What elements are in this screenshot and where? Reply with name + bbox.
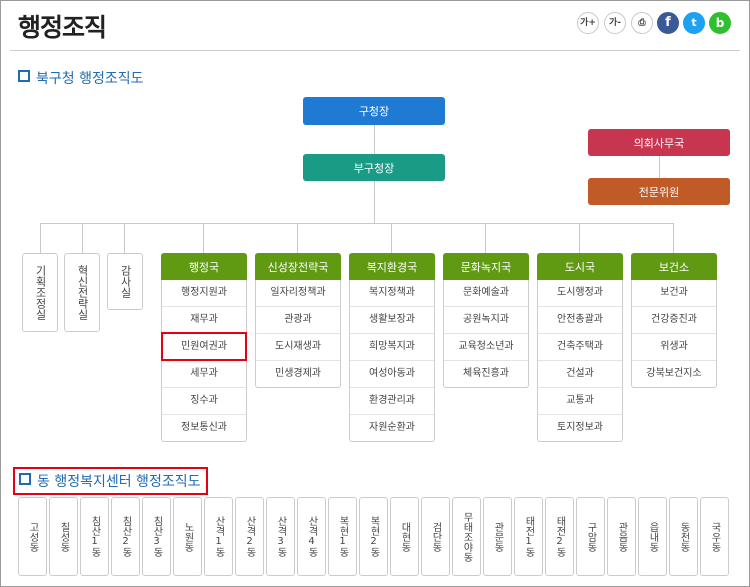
dept-unit[interactable]: 행정지원과 — [162, 280, 246, 306]
square-bullet-icon — [18, 70, 30, 82]
dept-unit[interactable]: 도시재생과 — [256, 333, 340, 360]
dept-unit[interactable]: 공원녹지과 — [444, 306, 528, 333]
connector-line — [203, 223, 204, 253]
dept-unit[interactable]: 강북보건지소 — [632, 360, 716, 387]
dept-unit[interactable]: 안전총괄과 — [538, 306, 622, 333]
dept-unit[interactable]: 재무과 — [162, 306, 246, 333]
dept-unit[interactable]: 민생경제과 — [256, 360, 340, 387]
font-smaller-button[interactable]: 가- — [604, 12, 626, 34]
head-box[interactable]: 구청장 — [303, 97, 445, 125]
connector-line — [659, 156, 660, 178]
connector-line — [297, 223, 298, 253]
connector-line — [391, 223, 392, 253]
dept-unit[interactable]: 토지정보과 — [538, 414, 622, 441]
dong-item[interactable]: 노원동 — [173, 497, 202, 576]
dong-item[interactable]: 무태조야동 — [452, 497, 481, 576]
dong-item[interactable]: 산격1동 — [204, 497, 233, 576]
dept-header[interactable]: 문화녹지국 — [443, 253, 529, 280]
dept-unit[interactable]: 보건과 — [632, 280, 716, 306]
dong-item[interactable]: 산격3동 — [266, 497, 295, 576]
square-bullet-icon — [19, 473, 31, 485]
dong-item[interactable]: 태전2동 — [545, 497, 574, 576]
deputy-box[interactable]: 부구청장 — [303, 154, 445, 181]
dept-unit[interactable]: 교통과 — [538, 387, 622, 414]
dept-header[interactable]: 도시국 — [537, 253, 623, 280]
dept-header[interactable]: 복지환경국 — [349, 253, 435, 280]
dept-unit[interactable]: 체육진흥과 — [444, 360, 528, 387]
connector-line — [82, 223, 83, 253]
connector-line — [40, 223, 41, 253]
dept-unit[interactable]: 건강증진과 — [632, 306, 716, 333]
dept-unit[interactable]: 생활보장과 — [350, 306, 434, 333]
dept-column: 신성장전략국 일자리정책과 관광과 도시재생과 민생경제과 — [255, 253, 341, 388]
dong-chart-heading-text: 동 행정복지센터 행정조직도 — [37, 474, 201, 490]
dept-unit[interactable]: 문화예술과 — [444, 280, 528, 306]
dong-item[interactable]: 고성동 — [18, 497, 47, 576]
dong-item[interactable]: 검단동 — [421, 497, 450, 576]
twitter-icon[interactable]: t — [683, 12, 705, 34]
dept-unit-highlighted[interactable]: 민원여권과 — [161, 332, 247, 361]
dong-item[interactable]: 복현2동 — [359, 497, 388, 576]
dong-item[interactable]: 침산3동 — [142, 497, 171, 576]
dept-unit[interactable]: 세무과 — [162, 360, 246, 387]
dept-header[interactable]: 보건소 — [631, 253, 717, 280]
council-box[interactable]: 의회사무국 — [588, 129, 730, 156]
side-unit[interactable]: 기획조정실 — [22, 253, 58, 332]
dept-column: 복지환경국 복지정책과 생활보장과 희망복지과 여성아동과 환경관리과 자원순환… — [349, 253, 435, 442]
dept-unit[interactable]: 일자리정책과 — [256, 280, 340, 306]
dept-unit[interactable]: 교육청소년과 — [444, 333, 528, 360]
dong-item[interactable]: 복현1동 — [328, 497, 357, 576]
dong-item[interactable]: 관음동 — [607, 497, 636, 576]
connector-line — [485, 223, 486, 253]
dept-unit[interactable]: 복지정책과 — [350, 280, 434, 306]
dong-item[interactable]: 침산2동 — [111, 497, 140, 576]
dept-column: 행정국 행정지원과 재무과 민원여권과 세무과 징수과 정보통신과 — [161, 253, 247, 442]
dept-unit[interactable]: 도시행정과 — [538, 280, 622, 306]
dept-unit[interactable]: 건설과 — [538, 360, 622, 387]
connector-line — [579, 223, 580, 253]
dept-unit[interactable]: 관광과 — [256, 306, 340, 333]
connector-line — [673, 223, 674, 253]
connector-line — [124, 223, 125, 253]
expert-box[interactable]: 전문위원 — [588, 178, 730, 205]
dong-item[interactable]: 산격2동 — [235, 497, 264, 576]
dong-item[interactable]: 국우동 — [700, 497, 729, 576]
dong-item[interactable]: 대현동 — [390, 497, 419, 576]
print-icon[interactable]: ⎙ — [631, 12, 653, 34]
title-divider — [10, 50, 740, 51]
dong-item[interactable]: 칠성동 — [49, 497, 78, 576]
band-icon[interactable]: b — [709, 12, 731, 34]
dept-unit[interactable]: 희망복지과 — [350, 333, 434, 360]
side-unit[interactable]: 감사실 — [107, 253, 143, 310]
dong-item[interactable]: 침산1동 — [80, 497, 109, 576]
dept-column: 문화녹지국 문화예술과 공원녹지과 교육청소년과 체육진흥과 — [443, 253, 529, 388]
dept-unit[interactable]: 건축주택과 — [538, 333, 622, 360]
dong-chart-heading: 동 행정복지센터 행정조직도 — [13, 467, 209, 495]
dong-item[interactable]: 산격4동 — [297, 497, 326, 576]
dong-item[interactable]: 읍내동 — [638, 497, 667, 576]
dept-unit[interactable]: 징수과 — [162, 387, 246, 414]
dept-header[interactable]: 신성장전략국 — [255, 253, 341, 280]
page-title: 행정조직 — [18, 13, 107, 42]
dong-item[interactable]: 관문동 — [483, 497, 512, 576]
dept-unit[interactable]: 여성아동과 — [350, 360, 434, 387]
dept-column: 도시국 도시행정과 안전총괄과 건축주택과 건설과 교통과 토지정보과 — [537, 253, 623, 442]
font-larger-button[interactable]: 가+ — [577, 12, 599, 34]
dept-unit[interactable]: 환경관리과 — [350, 387, 434, 414]
dept-column: 보건소 보건과 건강증진과 위생과 강북보건지소 — [631, 253, 717, 388]
dong-item[interactable]: 태전1동 — [514, 497, 543, 576]
org-chart-heading-text: 북구청 행정조직도 — [36, 71, 144, 87]
org-chart-heading: 북구청 행정조직도 — [18, 68, 144, 88]
dept-unit[interactable]: 자원순환과 — [350, 414, 434, 441]
dept-header[interactable]: 행정국 — [161, 253, 247, 280]
dong-item[interactable]: 동천동 — [669, 497, 698, 576]
dept-unit[interactable]: 위생과 — [632, 333, 716, 360]
side-unit[interactable]: 혁신전략실 — [64, 253, 100, 332]
facebook-icon[interactable]: f — [657, 12, 679, 34]
dept-unit[interactable]: 정보통신과 — [162, 414, 246, 441]
dong-item[interactable]: 구암동 — [576, 497, 605, 576]
